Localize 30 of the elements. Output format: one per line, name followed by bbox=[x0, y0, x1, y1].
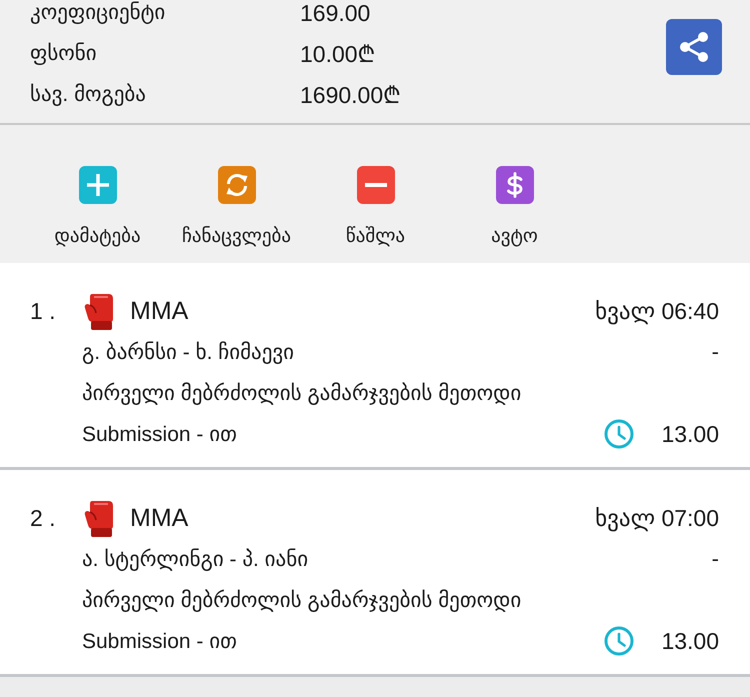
action-button[interactable]: წაშლა bbox=[306, 166, 445, 249]
event-time: ხვალ 06:40 bbox=[595, 298, 719, 324]
odds-value: 13.00 bbox=[661, 628, 719, 654]
selection-name: Submission - ით bbox=[82, 628, 237, 654]
sport-name: MMA bbox=[130, 504, 188, 532]
odds-value: 13.00 bbox=[661, 420, 719, 448]
share-button[interactable] bbox=[666, 19, 722, 75]
summary-value: 169.00 bbox=[300, 0, 370, 26]
clock-icon bbox=[604, 419, 634, 449]
summary-value: 10.00₾ bbox=[300, 41, 376, 67]
summary-value: 1690.00₾ bbox=[300, 82, 402, 108]
match-score: - bbox=[712, 546, 719, 572]
summary-label: კოეფიციენტი bbox=[30, 0, 166, 26]
bet-number: 2 . bbox=[30, 504, 57, 532]
bet-number: 1 . bbox=[30, 298, 57, 324]
summary-label: ფსონი bbox=[30, 41, 98, 67]
share-icon bbox=[677, 30, 711, 64]
event-time: ხვალ 07:00 bbox=[595, 504, 719, 532]
action-button[interactable]: ავტო bbox=[445, 166, 584, 249]
action-button[interactable]: ჩანაცვლება bbox=[167, 166, 306, 249]
match-name: ა. სტერლინგი - პ. იანი bbox=[82, 546, 308, 572]
market-name: პირველი მებრძოლის გამარჯვების მეთოდი bbox=[82, 588, 522, 612]
selection-name: Submission - ით bbox=[82, 422, 237, 446]
summary-label: სავ. მოგება bbox=[30, 82, 147, 108]
clock-icon bbox=[604, 626, 634, 656]
sport-name: MMA bbox=[130, 296, 188, 326]
match-name: გ. ბარნსი - ხ. ჩიმაევი bbox=[82, 340, 294, 364]
match-score: - bbox=[712, 339, 719, 365]
market-name: პირველი მებრძოლის გამარჯვების მეთოდი bbox=[82, 380, 522, 406]
action-button[interactable]: დამატება bbox=[28, 166, 167, 249]
